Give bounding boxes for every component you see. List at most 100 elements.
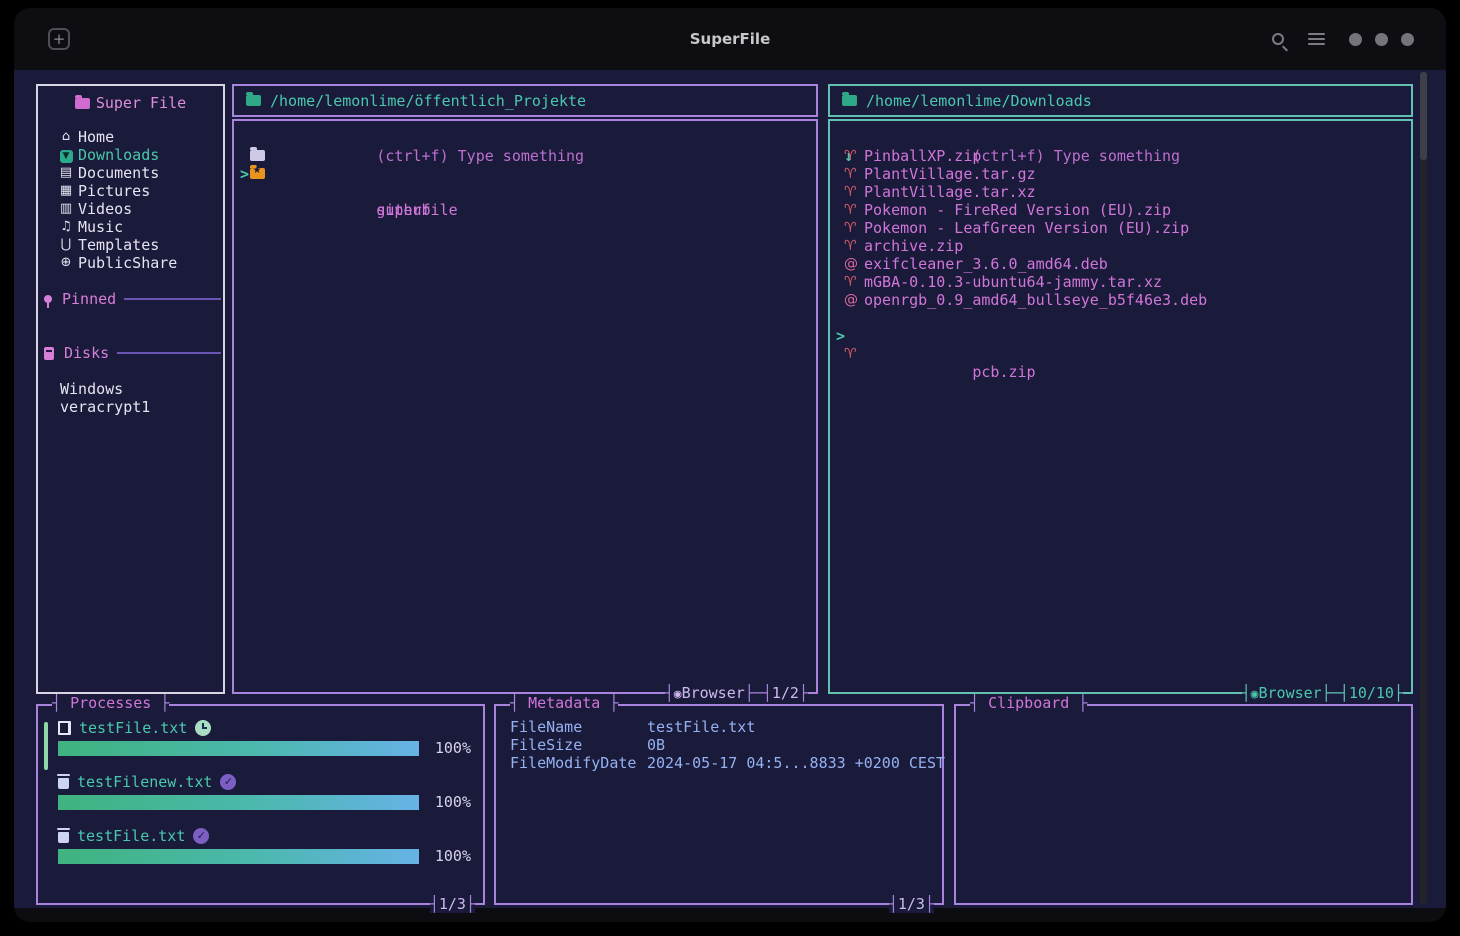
clipboard-title: ┤ Clipboard ├ xyxy=(970,694,1087,712)
process-item[interactable]: testFile.txt 100% xyxy=(58,718,471,757)
file-row[interactable]: ♈Pokemon - LeafGreen Version (EU).zip xyxy=(830,219,1411,237)
progress-percent: 100% xyxy=(429,847,471,865)
sidebar-title: Super File xyxy=(96,94,186,112)
folder-icon xyxy=(842,95,857,106)
sidebar-item-downloads[interactable]: ▼Downloads xyxy=(38,146,223,164)
metadata-row: FileSize 0B xyxy=(510,736,942,754)
app-window: + SuperFile Super File ⌂Home ▼Downloads … xyxy=(14,8,1446,922)
globe-icon: ⊕ xyxy=(58,254,74,272)
file-row[interactable]: @exifcleaner_3.6.0_amd64.deb xyxy=(830,255,1411,273)
metadata-value: 2024-05-17 04:5...8833 +0200 CEST xyxy=(647,754,945,772)
disk-item-veracrypt1[interactable]: veracrypt1 xyxy=(38,398,223,416)
right-panel-path-bar[interactable]: /home/lemonlime/Downloads xyxy=(828,84,1413,117)
sidebar-header: Super File xyxy=(38,94,223,112)
left-panel-path-bar[interactable]: /home/lemonlime/öffentlich_Projekte xyxy=(232,84,818,117)
metadata-value: 0B xyxy=(647,736,665,754)
menu-icon[interactable] xyxy=(1308,33,1325,45)
download-icon: ▼ xyxy=(58,146,74,164)
disks-section-header: Disks xyxy=(38,344,223,362)
sidebar-item-videos[interactable]: ▥Videos xyxy=(38,200,223,218)
sidebar-item-publicshare[interactable]: ⊕PublicShare xyxy=(38,254,223,272)
processes-scrollbar[interactable] xyxy=(44,722,48,770)
scrollbar-thumb[interactable] xyxy=(1420,72,1427,160)
document-icon: ▤ xyxy=(58,164,74,182)
folder-icon xyxy=(250,150,265,161)
process-item[interactable]: testFile.txt ✓ 100% xyxy=(58,826,471,865)
folder-icon xyxy=(246,95,261,106)
file-row[interactable]: @openrgb_0.9_amd64_bullseye_b5f46e3.deb xyxy=(830,291,1411,309)
usb-drive-icon xyxy=(44,347,54,360)
picture-icon: ▦ xyxy=(58,182,74,200)
window-control-dot xyxy=(1375,33,1388,46)
right-search-bar[interactable]: ↓(ctrl+f) Type something xyxy=(830,129,1411,147)
sidebar-item-music[interactable]: ♫Music xyxy=(38,218,223,236)
zip-file-icon: ♈ xyxy=(844,219,857,237)
processes-footer: ┤1/3├ xyxy=(430,895,475,913)
sidebar-item-pictures[interactable]: ▦Pictures xyxy=(38,182,223,200)
new-tab-button[interactable]: + xyxy=(48,28,70,50)
window-control-dot xyxy=(1401,33,1414,46)
starred-folder-icon: ★ xyxy=(250,168,265,179)
left-panel-footer: ┤◉Browser├─┤1/2├ xyxy=(665,684,808,702)
progress-bar xyxy=(58,741,419,756)
file-row[interactable]: ♈PlantVillage.tar.gz xyxy=(830,165,1411,183)
metadata-key: FileSize xyxy=(510,736,647,754)
file-row[interactable]: ♈archive.zip xyxy=(830,237,1411,255)
disks-label: Disks xyxy=(64,344,109,362)
done-check-icon: ✓ xyxy=(193,828,209,844)
left-search-bar[interactable]: ↓(ctrl+f) Type something xyxy=(234,129,816,147)
file-row[interactable]: ★ superfile xyxy=(234,165,816,183)
window-title: SuperFile xyxy=(14,30,1446,48)
zip-file-icon: ♈ xyxy=(844,345,857,363)
zip-file-icon: ♈ xyxy=(844,183,857,201)
process-item[interactable]: testFilenew.txt ✓ 100% xyxy=(58,772,471,811)
window-scrollbar[interactable] xyxy=(1420,72,1427,904)
sidebar-item-documents[interactable]: ▤Documents xyxy=(38,164,223,182)
progress-percent: 100% xyxy=(429,739,471,757)
zip-file-icon: ♈ xyxy=(844,147,857,165)
delete-operation-icon xyxy=(58,832,69,843)
pinned-label: Pinned xyxy=(62,290,116,308)
in-progress-clock-icon xyxy=(195,720,211,736)
processes-title: ┤ Processes ├ xyxy=(52,694,169,712)
window-controls[interactable] xyxy=(1349,33,1414,46)
file-row[interactable]: ♈mGBA-0.10.3-ubuntu64-jammy.tar.xz xyxy=(830,273,1411,291)
left-file-panel[interactable]: ↓(ctrl+f) Type something > github ★ supe… xyxy=(232,119,818,694)
pin-icon xyxy=(44,295,52,303)
processes-panel: ┤ Processes ├ testFile.txt 100% xyxy=(36,704,485,905)
progress-bar xyxy=(58,849,419,864)
metadata-panel: ┤ Metadata ├ FileName testFile.txt FileS… xyxy=(494,704,944,905)
search-icon[interactable] xyxy=(1272,33,1284,45)
right-file-panel[interactable]: ↓(ctrl+f) Type something ♈PinballXP.zip … xyxy=(828,119,1413,694)
deb-file-icon: @ xyxy=(844,255,858,273)
pinned-section-header: Pinned xyxy=(38,290,223,308)
app-folder-icon xyxy=(75,98,90,109)
home-icon: ⌂ xyxy=(58,128,74,146)
superfile-app: + SuperFile Super File ⌂Home ▼Downloads … xyxy=(0,0,1460,936)
sidebar-item-templates[interactable]: ⋃Templates xyxy=(38,236,223,254)
music-icon: ♫ xyxy=(58,218,74,236)
file-row-selected[interactable]: > ♈ pcb.zip xyxy=(830,309,1411,327)
window-control-dot xyxy=(1349,33,1362,46)
sidebar-item-home[interactable]: ⌂Home xyxy=(38,128,223,146)
divider xyxy=(124,298,221,300)
file-row[interactable]: ♈PinballXP.zip xyxy=(830,147,1411,165)
right-panel-path: /home/lemonlime/Downloads xyxy=(866,92,1092,110)
right-panel-footer: ┤◉Browser├─┤10/10├ xyxy=(1242,684,1403,702)
disk-item-windows[interactable]: Windows xyxy=(38,380,223,398)
file-row[interactable]: > github xyxy=(234,147,816,165)
copy-operation-icon xyxy=(58,721,71,735)
paperclip-icon: ⋃ xyxy=(58,236,74,254)
file-row[interactable]: ♈PlantVillage.tar.xz xyxy=(830,183,1411,201)
deb-file-icon: @ xyxy=(844,291,858,309)
selection-cursor: > xyxy=(836,327,845,345)
left-panel-path: /home/lemonlime/öffentlich_Projekte xyxy=(270,92,586,110)
zip-file-icon: ♈ xyxy=(844,237,857,255)
metadata-key: FileName xyxy=(510,718,647,736)
video-icon: ▥ xyxy=(58,200,74,218)
file-row[interactable]: ♈Pokemon - FireRed Version (EU).zip xyxy=(830,201,1411,219)
metadata-footer: ┤1/3├ xyxy=(889,895,934,913)
eye-icon: ◉ xyxy=(1251,687,1259,702)
progress-percent: 100% xyxy=(429,793,471,811)
metadata-row: FileModifyDate 2024-05-17 04:5...8833 +0… xyxy=(510,754,942,772)
